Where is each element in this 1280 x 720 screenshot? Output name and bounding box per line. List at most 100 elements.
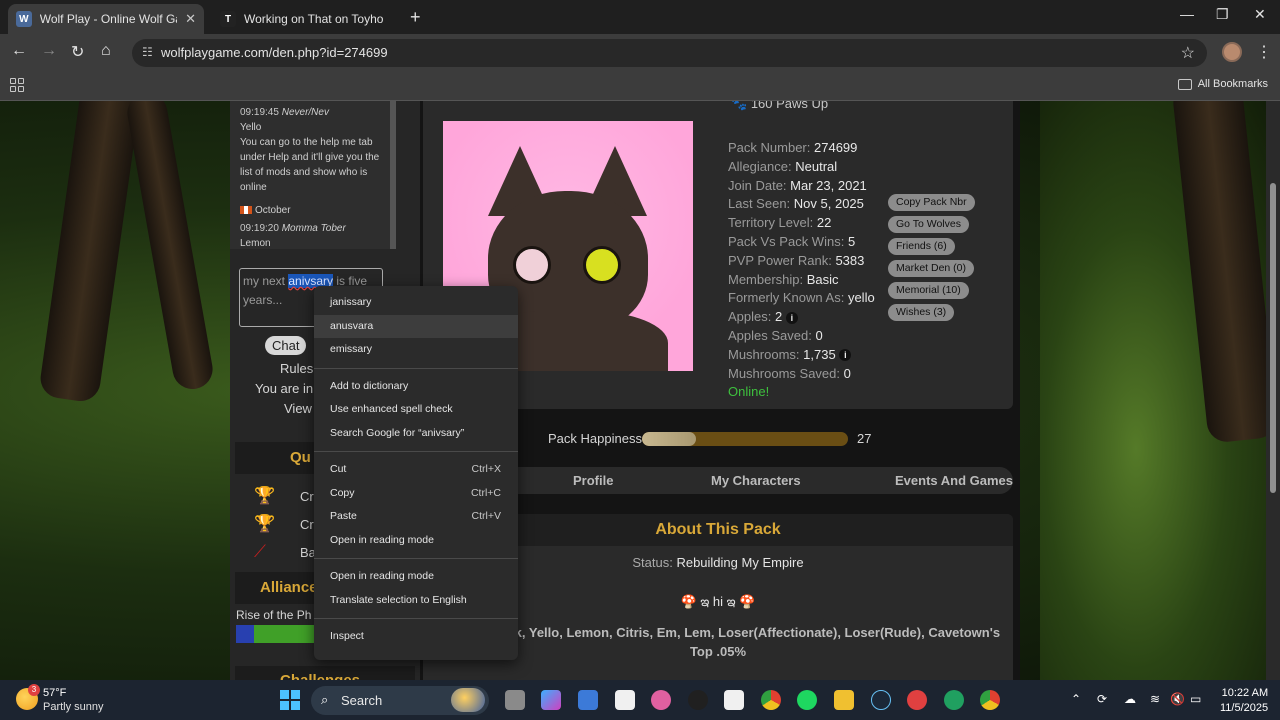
search-label: Search — [341, 693, 383, 708]
windows-start-icon[interactable] — [280, 690, 300, 710]
new-tab-icon[interactable]: + — [410, 7, 421, 28]
bookmarks-bar: All Bookmarks — [0, 72, 1280, 101]
chat-user[interactable]: Momma Tober — [282, 223, 346, 234]
paste-item[interactable]: Paste Ctrl+V — [314, 505, 518, 529]
page-scrollbar[interactable] — [1266, 101, 1280, 680]
stat-row: Mushrooms Saved: 0 — [728, 365, 851, 381]
search-google[interactable]: Search Google for “anivsary” — [314, 422, 518, 446]
stat-row: Allegiance: Neutral — [728, 158, 838, 174]
quick-link[interactable]: Cr — [300, 489, 314, 504]
menu-divider — [314, 367, 518, 369]
tab-my-characters[interactable]: My Characters — [711, 473, 801, 488]
profile-avatar[interactable] — [1222, 42, 1242, 62]
ea-icon[interactable] — [907, 690, 927, 710]
alliance-name[interactable]: Rise of the Ph — [236, 608, 311, 622]
wishes-button[interactable]: Wishes (3) — [888, 304, 955, 321]
chevron-up-icon[interactable]: ⌃ — [1071, 692, 1081, 706]
spotify-icon[interactable] — [797, 690, 817, 710]
menu-divider — [314, 558, 518, 559]
chrome-icon[interactable] — [761, 690, 781, 710]
tab-wolf-play[interactable]: W Wolf Play - Online Wolf Game! ✕ — [8, 4, 204, 34]
pack-stats: Pack Number: 274699 Allegiance: Neutral … — [728, 139, 875, 402]
tab-profile[interactable]: Profile — [573, 473, 613, 488]
reading-mode-item[interactable]: Open in reading mode — [314, 565, 518, 589]
add-to-dictionary[interactable]: Add to dictionary — [314, 375, 518, 399]
pack-happiness-fill — [642, 432, 696, 446]
app-icon[interactable] — [651, 690, 671, 710]
back-icon[interactable]: ← — [11, 42, 27, 60]
reload-icon[interactable]: ↻ — [71, 42, 84, 62]
site-info-icon[interactable]: ☷ — [142, 45, 153, 59]
view-link[interactable]: View — [284, 401, 312, 416]
chat-time: 09:19:20 — [240, 223, 279, 234]
taskbar-search[interactable]: ⌕ Search — [311, 686, 489, 715]
penguin-app-icon[interactable] — [688, 690, 708, 710]
tab-title: Working on That on Toyhouse — [244, 12, 384, 26]
tab-title: Wolf Play - Online Wolf Game! — [39, 12, 177, 26]
close-window-icon[interactable]: ✕ — [1254, 6, 1266, 23]
cut-item[interactable]: Cut Ctrl+X — [314, 458, 518, 482]
search-highlight-image — [451, 688, 485, 712]
stat-row: Pack Vs Pack Wins: 5 — [728, 233, 856, 249]
stat-row: PVP Power Rank: 5383 — [728, 252, 865, 268]
stat-row: Pack Number: 274699 — [728, 140, 858, 155]
forest-background-right — [1040, 101, 1280, 680]
menu-divider — [314, 451, 518, 452]
menu-kebab-icon[interactable]: ⋮ — [1256, 42, 1272, 62]
security-icon[interactable]: ☁ — [1124, 692, 1136, 706]
apps-grid-icon[interactable] — [10, 78, 24, 92]
stat-row: Territory Level: 22 — [728, 215, 832, 231]
forward-icon[interactable]: → — [41, 42, 57, 60]
copy-item[interactable]: Copy Ctrl+C — [314, 482, 518, 506]
file-icon[interactable] — [615, 690, 635, 710]
tab-toyhouse[interactable]: T Working on That on Toyhouse — [212, 4, 408, 34]
address-bar[interactable]: ☷ wolfplaygame.com/den.php?id=274699 ☆ — [132, 39, 1207, 67]
suggestion-emissary[interactable]: emissary — [314, 338, 518, 362]
market-den-button[interactable]: Market Den (0) — [888, 260, 975, 277]
inspect-item[interactable]: Inspect — [314, 625, 518, 649]
go-to-wolves-button[interactable]: Go To Wolves — [888, 216, 969, 233]
ms-store-icon[interactable] — [578, 690, 598, 710]
copilot-icon[interactable] — [541, 690, 561, 710]
suggestion-janissary[interactable]: janissary — [314, 291, 518, 315]
reading-mode-item[interactable]: Open in reading mode — [314, 529, 518, 553]
wolfplay-favicon-icon: W — [16, 11, 32, 27]
steam-icon[interactable] — [871, 690, 891, 710]
translate-item[interactable]: Translate selection to English — [314, 589, 518, 613]
scrollbar-thumb[interactable] — [1270, 183, 1276, 493]
chat-button[interactable]: Chat — [265, 336, 307, 355]
wifi-icon[interactable]: ≋ — [1150, 692, 1160, 706]
friends-button[interactable]: Friends (6) — [888, 238, 955, 255]
alliance-title: Alliance — [260, 579, 318, 596]
sync-icon[interactable]: ⟳ — [1097, 692, 1107, 706]
battery-icon[interactable]: ▭ — [1190, 692, 1201, 706]
weather-temp[interactable]: 57°F — [43, 687, 66, 699]
quick-links-title: Qu — [290, 449, 311, 466]
system-clock[interactable]: 10:22 AM 11/5/2025 — [1220, 686, 1268, 716]
xbox-icon[interactable] — [944, 690, 964, 710]
chat-scrollbar[interactable] — [390, 101, 396, 249]
home-icon[interactable]: ⌂ — [101, 42, 111, 60]
copy-pack-number-button[interactable]: Copy Pack Nbr — [888, 194, 975, 211]
quick-link[interactable]: Cr — [300, 517, 314, 532]
chat-user[interactable]: Never/Nev — [282, 107, 329, 118]
tab-events-and-games[interactable]: Events And Games — [895, 473, 1013, 488]
rules-link[interactable]: Rules — [280, 361, 313, 376]
info-icon[interactable]: i — [785, 311, 798, 324]
info-icon[interactable]: i — [839, 349, 852, 362]
volume-muted-icon[interactable]: 🔇 — [1170, 692, 1185, 706]
all-bookmarks-button[interactable]: All Bookmarks — [1177, 78, 1268, 90]
enhanced-spell-check[interactable]: Use enhanced spell check — [314, 398, 518, 422]
weather-status[interactable]: Partly sunny — [43, 701, 104, 713]
close-tab-icon[interactable]: ✕ — [185, 11, 196, 27]
minimize-icon[interactable]: — — [1180, 6, 1194, 22]
restore-icon[interactable]: ❐ — [1216, 6, 1229, 23]
file-explorer-icon[interactable] — [834, 690, 854, 710]
memorial-button[interactable]: Memorial (10) — [888, 282, 969, 299]
chrome-profile-icon[interactable] — [980, 690, 1000, 710]
capcut-icon[interactable] — [724, 690, 744, 710]
task-view-icon[interactable] — [505, 690, 525, 710]
suggestion-anusvara[interactable]: anusvara — [314, 314, 518, 338]
claw-marks-icon: ⟋ — [254, 542, 266, 561]
bookmark-star-icon[interactable]: ☆ — [1181, 43, 1195, 63]
